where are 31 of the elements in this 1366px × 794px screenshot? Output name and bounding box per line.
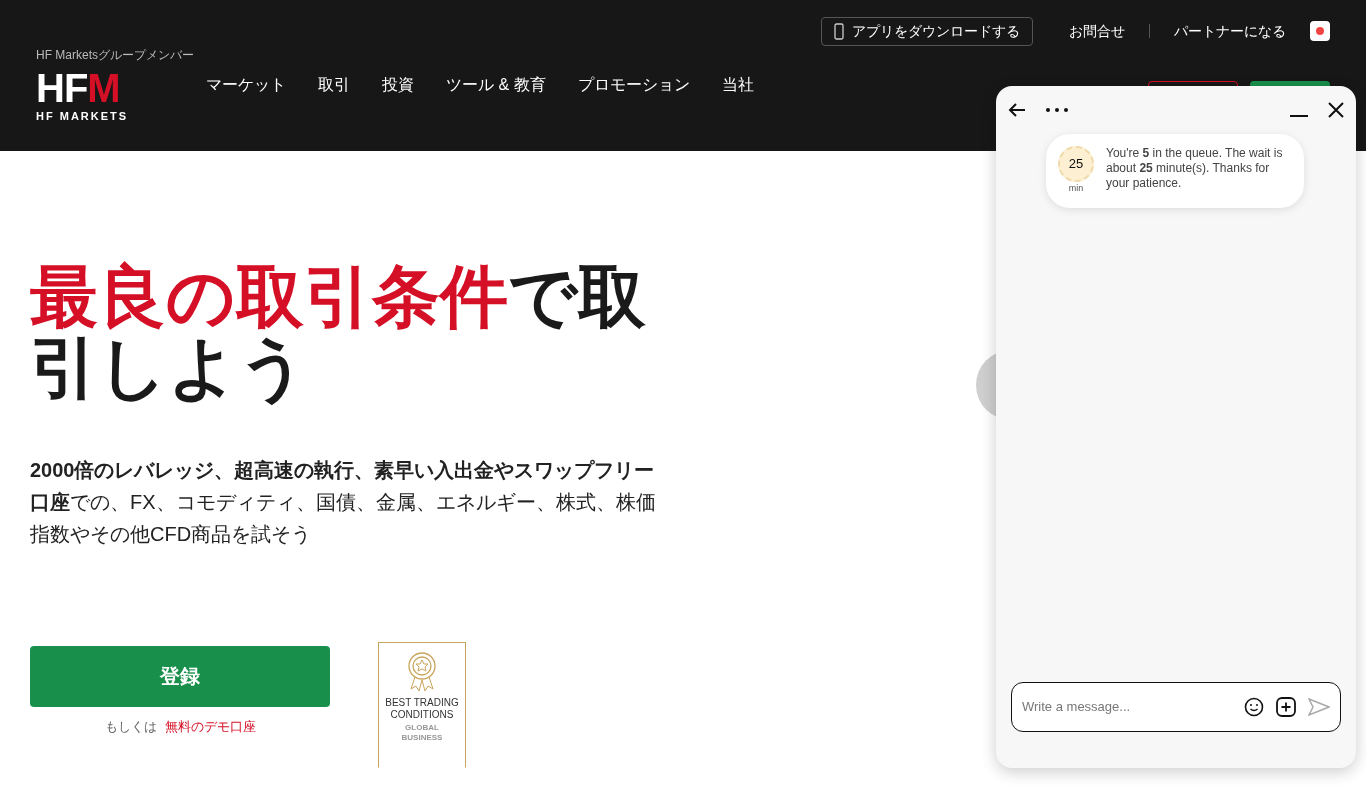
add-attachment-icon[interactable] [1276,697,1296,717]
more-options-icon[interactable] [1046,108,1068,112]
demo-account-link[interactable]: 無料のデモ口座 [164,716,256,737]
medal-icon [405,650,439,693]
timer-badge: 25 [1058,146,1094,182]
logo[interactable]: HFM HF MARKETS [36,68,206,125]
message-input-box[interactable]: Write a message... [1011,682,1341,732]
nav-link[interactable]: プロモーション [577,73,690,98]
timer-unit: min [1068,182,1084,195]
group-tagline: HF Marketsグループメンバー [36,47,195,64]
award-title: BEST TRADING CONDITIONS [385,696,459,721]
nav-link[interactable]: 取引 [318,73,350,98]
partner-link[interactable]: パートナーになる [1174,20,1286,42]
nav-link[interactable]: 投資 [382,73,414,98]
close-icon[interactable] [1328,102,1344,118]
phone-icon [834,22,844,40]
back-arrow-icon[interactable] [1008,102,1026,118]
award-subtitle: GLOBAL BUSINESS [401,722,443,743]
nav-link[interactable]: マーケット [206,73,286,98]
queue-message: You're 5 in the queue. The wait is about 25 minute(s). Thanks for your patience. [1106,146,1284,192]
app-download-button[interactable]: アプリをダウンロードする [821,16,1033,46]
contact-link[interactable]: お問合せ [1069,20,1125,42]
register-button[interactable]: 登録 [30,645,330,707]
nav-link[interactable]: ツール & 教育 [446,73,546,98]
hero-description: 2000倍のレバレッジ、超高速の執行、素早い入出金やスワップフリー口座での、FX、コモディティ、国債、金属、エネルギー、株式、株価指数やその他CFD商品を試そう [30,457,657,547]
hero-headline: 最良の取引条件で取引しよう [30,261,647,404]
or-text: もしくは [104,717,157,736]
emoji-icon[interactable] [1244,697,1264,717]
nav-link[interactable]: 当社 [721,73,754,98]
japan-flag-icon[interactable] [1310,21,1330,41]
message-input-field[interactable]: Write a message... [1022,697,1232,717]
